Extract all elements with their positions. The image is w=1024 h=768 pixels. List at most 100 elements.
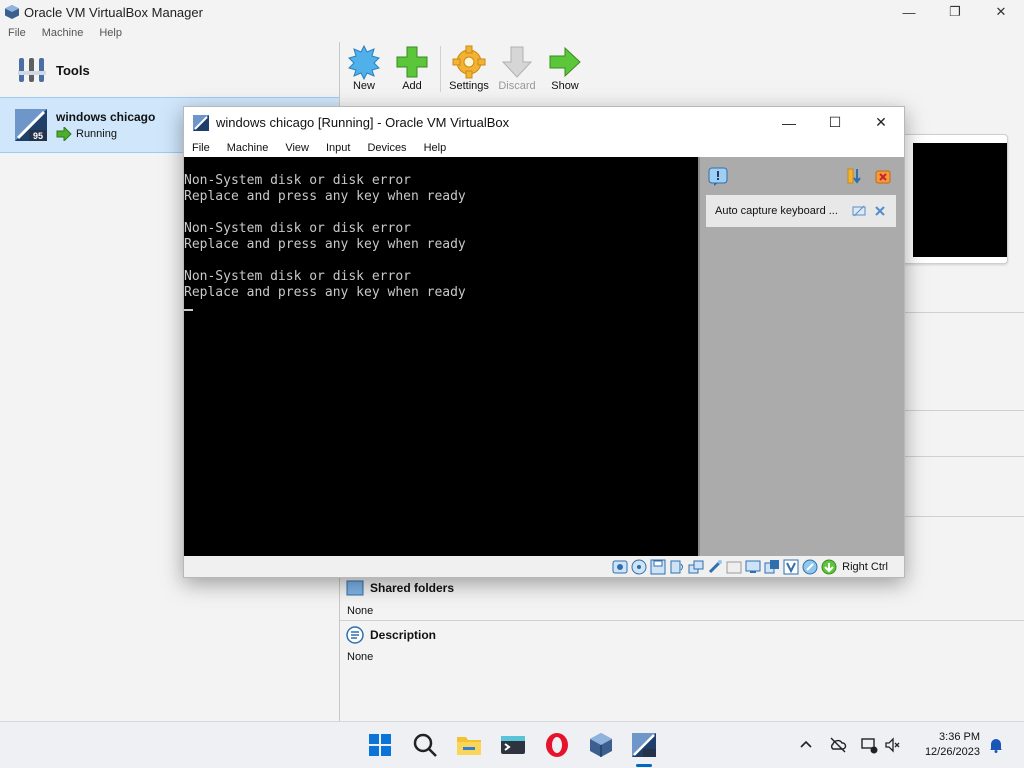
display-icon[interactable] bbox=[745, 559, 761, 575]
terminal-button[interactable] bbox=[499, 731, 527, 759]
host-key-label: Right Ctrl bbox=[842, 560, 888, 573]
virtualbox-taskbar-button[interactable] bbox=[587, 731, 615, 759]
vm-status: Running bbox=[56, 126, 155, 141]
vm-close-button[interactable]: ✕ bbox=[858, 107, 904, 138]
floppy-icon[interactable] bbox=[650, 559, 666, 575]
virtualbox-app-icon bbox=[5, 5, 19, 19]
show-label: Show bbox=[551, 80, 579, 92]
section-divider bbox=[340, 620, 1024, 621]
show-button[interactable]: Show bbox=[541, 42, 589, 96]
shared-folders-icon bbox=[346, 580, 364, 596]
vm-status-text: Running bbox=[76, 127, 117, 140]
clear-notifications-icon[interactable] bbox=[874, 167, 892, 185]
cloud-offline-icon[interactable] bbox=[829, 736, 847, 754]
menu-file[interactable]: File bbox=[8, 27, 26, 39]
shared-folders-header[interactable]: Shared folders bbox=[346, 580, 454, 596]
settings-label: Settings bbox=[449, 80, 489, 92]
console-line: Non-System disk or disk error bbox=[184, 269, 411, 284]
sort-icon[interactable] bbox=[846, 167, 864, 185]
manager-menubar: File Machine Help bbox=[0, 24, 122, 42]
description-title: Description bbox=[370, 628, 437, 642]
new-button[interactable]: New bbox=[340, 42, 388, 96]
video-capture-icon[interactable] bbox=[764, 559, 780, 575]
vm-menu-machine[interactable]: Machine bbox=[227, 142, 269, 154]
vm-statusbar: Right Ctrl bbox=[184, 556, 904, 577]
vm-titlebar: windows chicago [Running] - Oracle VM Vi… bbox=[184, 107, 904, 138]
settings-button[interactable]: Settings bbox=[445, 42, 493, 96]
vm-menu-help[interactable]: Help bbox=[424, 142, 447, 154]
vm-window-icon bbox=[632, 733, 656, 757]
description-header[interactable]: Description bbox=[346, 626, 436, 644]
vm-menu-input[interactable]: Input bbox=[326, 142, 350, 154]
opera-button[interactable] bbox=[543, 731, 571, 759]
close-notification-icon[interactable] bbox=[874, 205, 886, 217]
usb-icon[interactable] bbox=[707, 559, 723, 575]
vm-minimize-button[interactable]: — bbox=[766, 107, 812, 138]
notification-item[interactable]: Auto capture keyboard ... bbox=[706, 195, 896, 227]
clock-date: 12/26/2023 bbox=[924, 746, 980, 758]
vm-window: windows chicago [Running] - Oracle VM Vi… bbox=[183, 106, 905, 578]
tools-item[interactable]: Tools bbox=[0, 50, 340, 90]
menu-help[interactable]: Help bbox=[99, 27, 122, 39]
vm-window-title: windows chicago [Running] - Oracle VM Vi… bbox=[216, 115, 510, 130]
audio-icon[interactable] bbox=[669, 559, 685, 575]
vm-console-screen[interactable]: Non-System disk or disk error Replace an… bbox=[184, 157, 698, 556]
console-line: Non-System disk or disk error bbox=[184, 173, 411, 188]
menu-machine[interactable]: Machine bbox=[42, 27, 84, 39]
show-arrow-icon bbox=[549, 46, 581, 78]
mouse-integration-icon[interactable] bbox=[802, 559, 818, 575]
network-icon[interactable] bbox=[688, 559, 704, 575]
search-icon bbox=[413, 733, 437, 757]
shared-folders-title: Shared folders bbox=[370, 581, 455, 595]
notification-text: Auto capture keyboard ... bbox=[715, 205, 838, 217]
file-explorer-icon bbox=[457, 737, 481, 755]
new-label: New bbox=[352, 80, 375, 92]
add-label: Add bbox=[402, 80, 422, 92]
show-hidden-icons-chevron-icon[interactable] bbox=[797, 736, 815, 754]
console-line: Replace and press any key when ready bbox=[184, 285, 466, 300]
vt-x-icon[interactable] bbox=[783, 559, 799, 575]
search-button[interactable] bbox=[411, 731, 439, 759]
discard-button[interactable]: Discard bbox=[493, 42, 541, 96]
notification-toolbar bbox=[700, 165, 904, 189]
tools-label: Tools bbox=[56, 62, 90, 78]
shared-folders-status-icon[interactable] bbox=[726, 559, 742, 575]
hard-disk-icon[interactable] bbox=[612, 559, 628, 575]
volume-muted-icon[interactable] bbox=[883, 736, 901, 754]
toolbar-separator bbox=[440, 46, 441, 92]
system-clock[interactable]: 3:36 PM 12/26/2023 bbox=[925, 730, 980, 760]
windows95-os-icon: 95 bbox=[15, 109, 47, 141]
optical-drive-icon[interactable] bbox=[631, 559, 647, 575]
preview-screen bbox=[913, 143, 1007, 257]
text-cursor bbox=[184, 309, 193, 311]
virtualbox-icon bbox=[590, 733, 612, 757]
do-not-show-icon[interactable] bbox=[852, 205, 866, 217]
preview-frame bbox=[902, 134, 1008, 264]
vm-menu-file[interactable]: File bbox=[192, 142, 210, 154]
restore-button[interactable]: ❐ bbox=[932, 0, 978, 24]
taskbar: 3:36 PM 12/26/2023 bbox=[0, 721, 1024, 768]
console-line: Replace and press any key when ready bbox=[184, 189, 466, 204]
manager-titlebar: Oracle VM VirtualBox Manager — ❐ ✕ bbox=[0, 0, 1024, 24]
notification-center-icon[interactable] bbox=[708, 167, 728, 187]
console-line: Non-System disk or disk error bbox=[184, 221, 411, 236]
minimize-button[interactable]: — bbox=[886, 0, 932, 24]
file-explorer-button[interactable] bbox=[455, 731, 483, 759]
vm-menubar: File Machine View Input Devices Help bbox=[184, 138, 904, 157]
start-button[interactable] bbox=[366, 731, 394, 759]
keyboard-capture-icon[interactable] bbox=[821, 559, 837, 575]
vm-maximize-button[interactable]: ☐ bbox=[812, 107, 858, 138]
settings-gear-icon bbox=[452, 45, 486, 79]
vm-taskbar-button[interactable] bbox=[630, 731, 658, 759]
vm-menu-devices[interactable]: Devices bbox=[367, 142, 406, 154]
discard-label: Discard bbox=[498, 80, 536, 92]
start-icon bbox=[369, 734, 391, 756]
description-value: None bbox=[347, 651, 374, 663]
close-button[interactable]: ✕ bbox=[978, 0, 1024, 24]
manager-toolbar: New Add Settings Discard Show bbox=[340, 42, 589, 96]
vm-menu-view[interactable]: View bbox=[285, 142, 309, 154]
add-button[interactable]: Add bbox=[388, 42, 436, 96]
network-status-icon[interactable] bbox=[860, 736, 878, 754]
notification-bell-icon[interactable] bbox=[987, 736, 1005, 754]
